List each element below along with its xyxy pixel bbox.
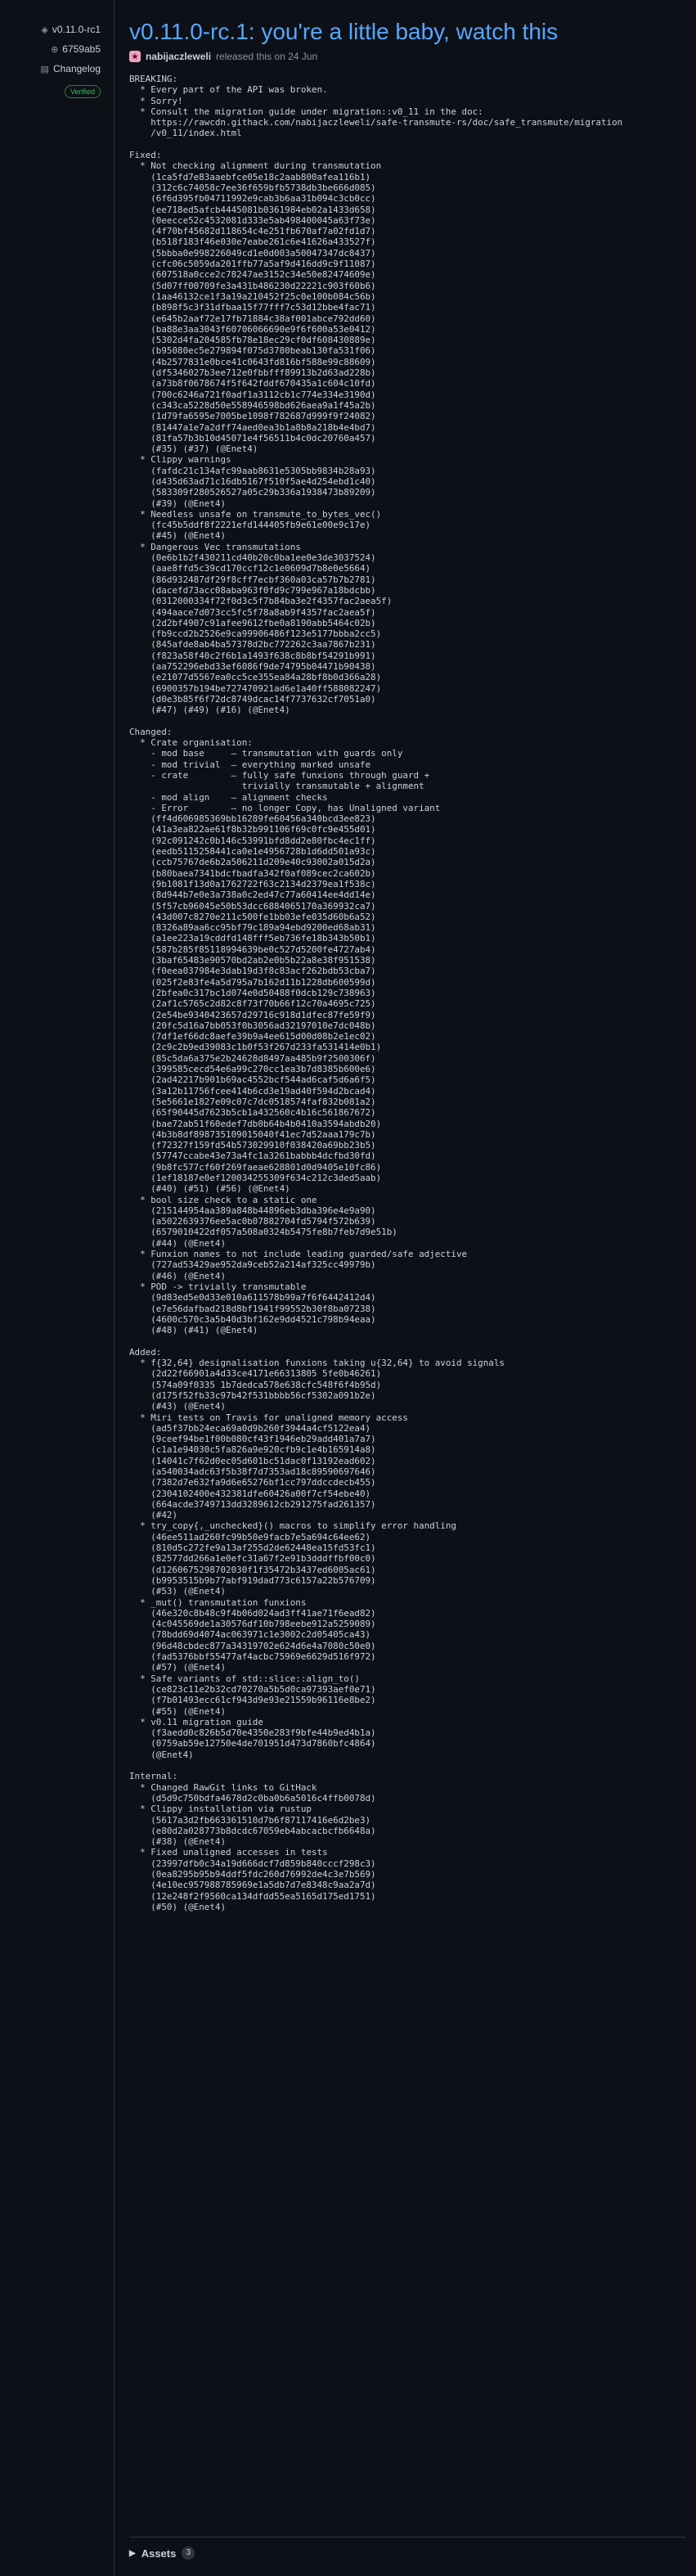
assets-divider: [129, 2537, 686, 2538]
assets-label: Assets: [141, 2547, 177, 2560]
release-sidebar: ◈ v0.11.0-rc1 ⊕ 6759ab5 ▤ Changelog Veri…: [0, 0, 115, 2576]
release-page: ◈ v0.11.0-rc1 ⊕ 6759ab5 ▤ Changelog Veri…: [0, 0, 696, 2576]
release-title[interactable]: v0.11.0-rc.1: you're a little baby, watc…: [129, 0, 686, 46]
release-notes: BREAKING: * Every part of the API was br…: [129, 74, 623, 1912]
assets-count-badge: 3: [182, 2547, 195, 2560]
avatar[interactable]: ★: [129, 51, 141, 62]
released-text: released this on 24 Jun: [216, 51, 318, 62]
author-link[interactable]: nabijaczleweli: [146, 51, 211, 62]
commit-icon: ⊕: [51, 44, 59, 55]
caret-right-icon: ▶: [129, 2548, 136, 2558]
tag-icon: ◈: [41, 25, 48, 35]
tag-link[interactable]: ◈ v0.11.0-rc1: [0, 21, 114, 38]
tag-label: v0.11.0-rc1: [52, 24, 101, 35]
release-meta: ★ nabijaczleweli released this on 24 Jun: [129, 51, 686, 62]
commit-label: 6759ab5: [62, 43, 101, 55]
commit-link[interactable]: ⊕ 6759ab5: [0, 41, 114, 57]
compare-icon: ▤: [40, 64, 49, 74]
assets-toggle[interactable]: ▶ Assets 3: [129, 2547, 195, 2560]
changelog-link[interactable]: ▤ Changelog: [0, 61, 114, 77]
changelog-label: Changelog: [52, 63, 101, 74]
verified-row: Verified: [0, 83, 114, 100]
release-main: v0.11.0-rc.1: you're a little baby, watc…: [115, 0, 696, 2576]
verified-badge[interactable]: Verified: [64, 85, 101, 98]
